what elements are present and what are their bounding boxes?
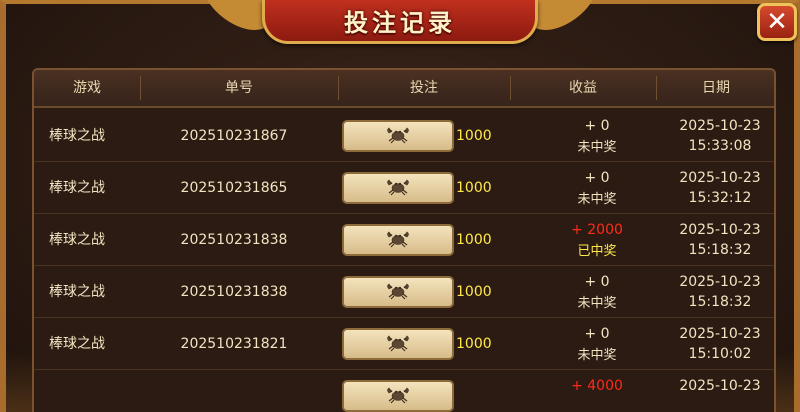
game-name: 棒球之战 xyxy=(49,284,105,300)
record-time: 15:10:02 xyxy=(688,346,752,362)
result-status: 未中奖 xyxy=(577,348,617,363)
gain-value: + 0 xyxy=(584,118,610,134)
record-date: 2025-10-23 xyxy=(679,118,761,134)
records-table: 游戏 单号 投注 收益 日期 棒球之战 202510231867 1000 + 0 未中… xyxy=(32,68,776,412)
order-number: 202510231865 xyxy=(180,180,288,196)
bet-amount: 1000 xyxy=(456,128,492,144)
record-date: 2025-10-23 xyxy=(679,170,761,186)
close-icon: ✕ xyxy=(766,7,788,37)
crab-icon xyxy=(385,332,411,356)
bet-detail-button[interactable] xyxy=(342,172,454,204)
order-number: 202510231867 xyxy=(180,128,288,144)
bet-amount xyxy=(456,370,496,412)
record-date: 2025-10-23 xyxy=(679,222,761,238)
gain-value: + 0 xyxy=(584,326,610,342)
bet-amount: 1000 xyxy=(456,232,492,248)
record-time xyxy=(654,396,774,412)
table-header: 游戏 单号 投注 收益 日期 xyxy=(34,70,774,108)
bet-detail-button[interactable] xyxy=(342,224,454,256)
order-number: 202510231821 xyxy=(180,336,288,352)
crab-icon xyxy=(385,176,411,200)
record-time: 15:33:08 xyxy=(688,138,752,154)
page-title: 投注记录 xyxy=(344,9,456,37)
table-row: 棒球之战 202510231867 1000 + 0 未中奖 2025-10-23 15:3… xyxy=(34,110,774,162)
order-number: 202510231838 xyxy=(180,232,288,248)
result-status: 已中奖 xyxy=(577,244,617,259)
game-name: 棒球之战 xyxy=(49,232,105,248)
bet-detail-button[interactable] xyxy=(342,328,454,360)
header-order: 单号 xyxy=(225,80,253,96)
bet-detail-button[interactable] xyxy=(342,120,454,152)
record-date: 2025-10-23 xyxy=(679,326,761,342)
record-time: 15:18:32 xyxy=(688,242,752,258)
record-time: 15:32:12 xyxy=(688,190,752,206)
header-date: 日期 xyxy=(702,80,730,96)
header-bet: 投注 xyxy=(410,80,438,96)
header-game: 游戏 xyxy=(73,80,101,96)
result-status: 未中奖 xyxy=(577,192,617,207)
header-gain: 收益 xyxy=(569,80,597,96)
table-row: 棒球之战 202510231821 1000 + 0 未中奖 2025-10-23 15:1… xyxy=(34,318,774,370)
gain-value: + 0 xyxy=(584,170,610,186)
bet-amount: 1000 xyxy=(456,180,492,196)
order-number xyxy=(144,370,324,412)
game-name: 棒球之战 xyxy=(49,336,105,352)
crab-icon xyxy=(385,280,411,304)
table-row: 棒球之战 202510231838 1000 + 0 未中奖 2025-10-23 15:1… xyxy=(34,266,774,318)
gain-value: + 0 xyxy=(584,274,610,290)
table-row: + 4000 2025-10-23 xyxy=(34,370,774,412)
result-status xyxy=(542,398,652,412)
title-banner: 投注记录 xyxy=(262,0,538,44)
game-name: 棒球之战 xyxy=(49,128,105,144)
result-status: 未中奖 xyxy=(577,296,617,311)
close-button[interactable]: ✕ xyxy=(757,3,797,41)
table-row: 棒球之战 202510231865 1000 + 0 未中奖 2025-10-23 15:3… xyxy=(34,162,774,214)
crab-icon xyxy=(385,124,411,148)
table-row: 棒球之战 202510231838 1000 + 2000 已中奖 2025-10-23 1… xyxy=(34,214,774,266)
crab-icon xyxy=(385,384,411,408)
record-date: 2025-10-23 xyxy=(679,274,761,290)
order-number: 202510231838 xyxy=(180,284,288,300)
gain-value: + 2000 xyxy=(571,222,623,238)
bet-amount: 1000 xyxy=(456,284,492,300)
bet-amount: 1000 xyxy=(456,336,492,352)
game-name: 棒球之战 xyxy=(49,180,105,196)
crab-icon xyxy=(385,228,411,252)
record-time: 15:18:32 xyxy=(688,294,752,310)
bet-detail-button[interactable] xyxy=(342,380,454,412)
bet-detail-button[interactable] xyxy=(342,276,454,308)
record-date: 2025-10-23 xyxy=(679,378,761,394)
gain-value: + 4000 xyxy=(571,378,623,394)
result-status: 未中奖 xyxy=(577,140,617,155)
game-name xyxy=(34,370,120,412)
